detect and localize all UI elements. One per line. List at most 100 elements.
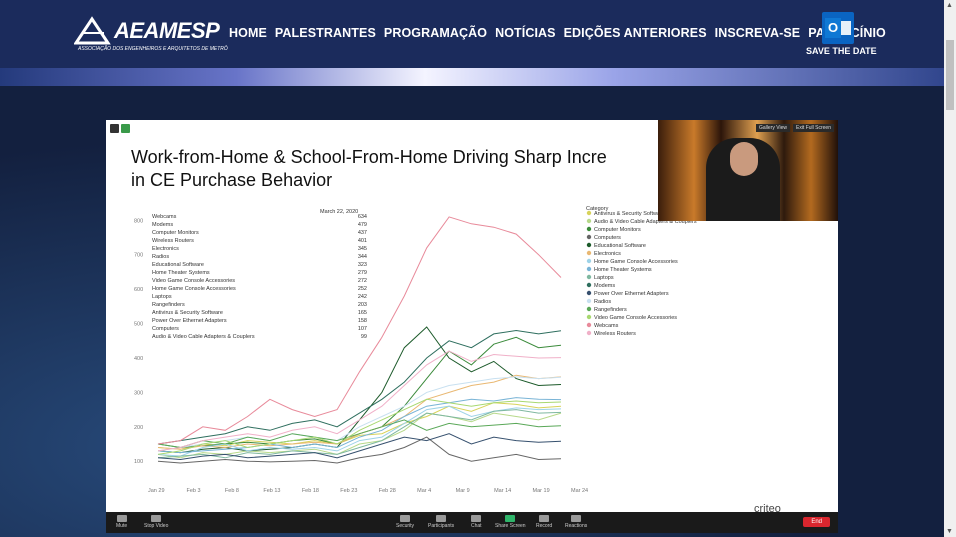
chat-button[interactable]: Chat (471, 515, 482, 529)
save-the-date-link[interactable]: SAVE THE DATE (806, 46, 877, 56)
legend-swatch (586, 274, 592, 280)
table-row-value: 203 (358, 302, 367, 308)
y-tick-label: 400 (134, 356, 143, 362)
participants-button[interactable]: Participants (428, 515, 454, 529)
legend-swatch (586, 234, 592, 240)
legend-swatch (586, 242, 592, 248)
security-label: Security (396, 523, 415, 529)
legend-swatch (586, 314, 592, 320)
exit-full-screen-button[interactable]: Exit Full Screen (792, 124, 834, 132)
legend-entry: Home Game Console Accessories (594, 259, 678, 265)
series-line (157, 402, 562, 450)
table-row-value: 279 (358, 270, 367, 276)
microphone-icon (116, 515, 127, 522)
legend-entry: Laptops (594, 275, 614, 281)
table-row-value: 272 (358, 278, 367, 284)
legend-swatch (586, 210, 592, 216)
y-tick-label: 600 (134, 287, 143, 293)
menu-inscreva-se[interactable]: INSCREVA-SE (715, 26, 801, 40)
legend-swatch (586, 322, 592, 328)
mute-button[interactable]: Mute (116, 515, 127, 529)
aeamesp-logo-icon[interactable] (74, 15, 112, 45)
table-row-value: 344 (358, 254, 367, 260)
table-row-value: 99 (361, 334, 367, 340)
legend-entry: Rangefinders (594, 307, 627, 313)
end-meeting-button[interactable]: End (803, 517, 830, 527)
security-button[interactable]: Security (396, 515, 414, 529)
table-row-value: 158 (358, 318, 367, 324)
outlook-icon[interactable]: O (822, 12, 854, 44)
legend-entry: Radios (594, 299, 611, 305)
x-tick-label: Feb 28 (379, 488, 396, 494)
reactions-label: Reactions (565, 523, 588, 529)
video-view-controls: Gallery View Exit Full Screen (756, 124, 834, 132)
table-row-name: Educational Software (152, 262, 204, 268)
gallery-view-button[interactable]: Gallery View (756, 124, 790, 132)
legend-entry: Wireless Routers (594, 331, 636, 337)
y-tick-label: 100 (134, 459, 143, 465)
y-tick-label: 700 (134, 253, 143, 259)
legend-entry: Computer Monitors (594, 227, 641, 233)
speaker-video[interactable]: Gallery View Exit Full Screen (658, 120, 838, 221)
y-tick-label: 200 (134, 425, 143, 431)
shield-icon (400, 515, 411, 522)
people-icon (436, 515, 447, 522)
logo-subtitle: ASSOCIAÇÃO DOS ENGENHEIROS E ARQUITETOS … (78, 46, 228, 52)
table-row-name: Wireless Routers (152, 238, 194, 244)
scrollbar-thumb[interactable] (946, 40, 954, 110)
mute-label: Mute (116, 523, 128, 529)
table-row-name: Home Theater Systems (152, 270, 210, 276)
video-player[interactable]: Work-from-Home & School-From-Home Drivin… (106, 120, 838, 533)
x-tick-label: Feb 23 (340, 488, 357, 494)
stop-video-button[interactable]: Stop Video (144, 515, 168, 529)
menu-home[interactable]: HOME (229, 26, 267, 40)
speaker-face (730, 142, 758, 176)
legend-swatch (586, 226, 592, 232)
legend-swatch (586, 266, 592, 272)
menu-programacao[interactable]: PROGRAMAÇÃO (384, 26, 487, 40)
series-line (157, 419, 562, 449)
record-button[interactable]: Record (536, 515, 552, 529)
legend-entry: Electronics (594, 251, 621, 257)
table-row-value: 345 (358, 246, 367, 252)
x-tick-label: Feb 3 (186, 488, 200, 494)
menu-edicoes-anteriores[interactable]: EDIÇÕES ANTERIORES (564, 26, 707, 40)
reactions-button[interactable]: Reactions (565, 515, 587, 529)
y-tick-label: 300 (134, 390, 143, 396)
table-row-name: Computer Monitors (152, 230, 199, 236)
legend-swatch (586, 306, 592, 312)
record-label: Record (536, 523, 553, 529)
share-screen-button[interactable]: Share Screen (495, 515, 526, 529)
x-tick-label: Feb 8 (225, 488, 239, 494)
legend-swatch (586, 330, 592, 336)
legend-entry: Home Theater Systems (594, 267, 652, 273)
x-tick-label: Mar 19 (533, 488, 550, 494)
y-tick-label: 500 (134, 322, 143, 328)
legend-entry: Educational Software (594, 243, 646, 249)
x-tick-label: Mar 9 (456, 488, 470, 494)
table-row-value: 165 (358, 310, 367, 316)
menu-noticias[interactable]: NOTÍCIAS (495, 26, 556, 40)
table-row-value: 323 (358, 262, 367, 268)
table-row-name: Computers (152, 326, 179, 332)
legend-swatch (586, 298, 592, 304)
table-row-value: 242 (358, 294, 367, 300)
scroll-down-icon[interactable]: ▼ (946, 528, 953, 535)
x-tick-label: Mar 14 (494, 488, 511, 494)
scroll-up-icon[interactable]: ▲ (946, 2, 953, 9)
legend-entry: Webcams (594, 323, 619, 329)
table-row-value: 401 (358, 238, 367, 244)
table-row-name: Webcams (152, 214, 177, 220)
legend-swatch (586, 250, 592, 256)
legend-entry: Computers (594, 235, 621, 241)
menu-palestrantes[interactable]: PALESTRANTES (275, 26, 376, 40)
table-row-value: 479 (358, 222, 367, 228)
share-arrow-icon (505, 515, 516, 522)
table-row-name: Video Game Console Accessories (152, 278, 235, 284)
logo-text[interactable]: AEAMESP (114, 18, 220, 44)
decorative-stripe (0, 68, 944, 86)
legend-entry: Video Game Console Accessories (594, 315, 677, 321)
record-dot-icon (539, 515, 550, 522)
page-scrollbar[interactable]: ▲ ▼ (944, 0, 956, 537)
table-row-value: 437 (358, 230, 367, 236)
